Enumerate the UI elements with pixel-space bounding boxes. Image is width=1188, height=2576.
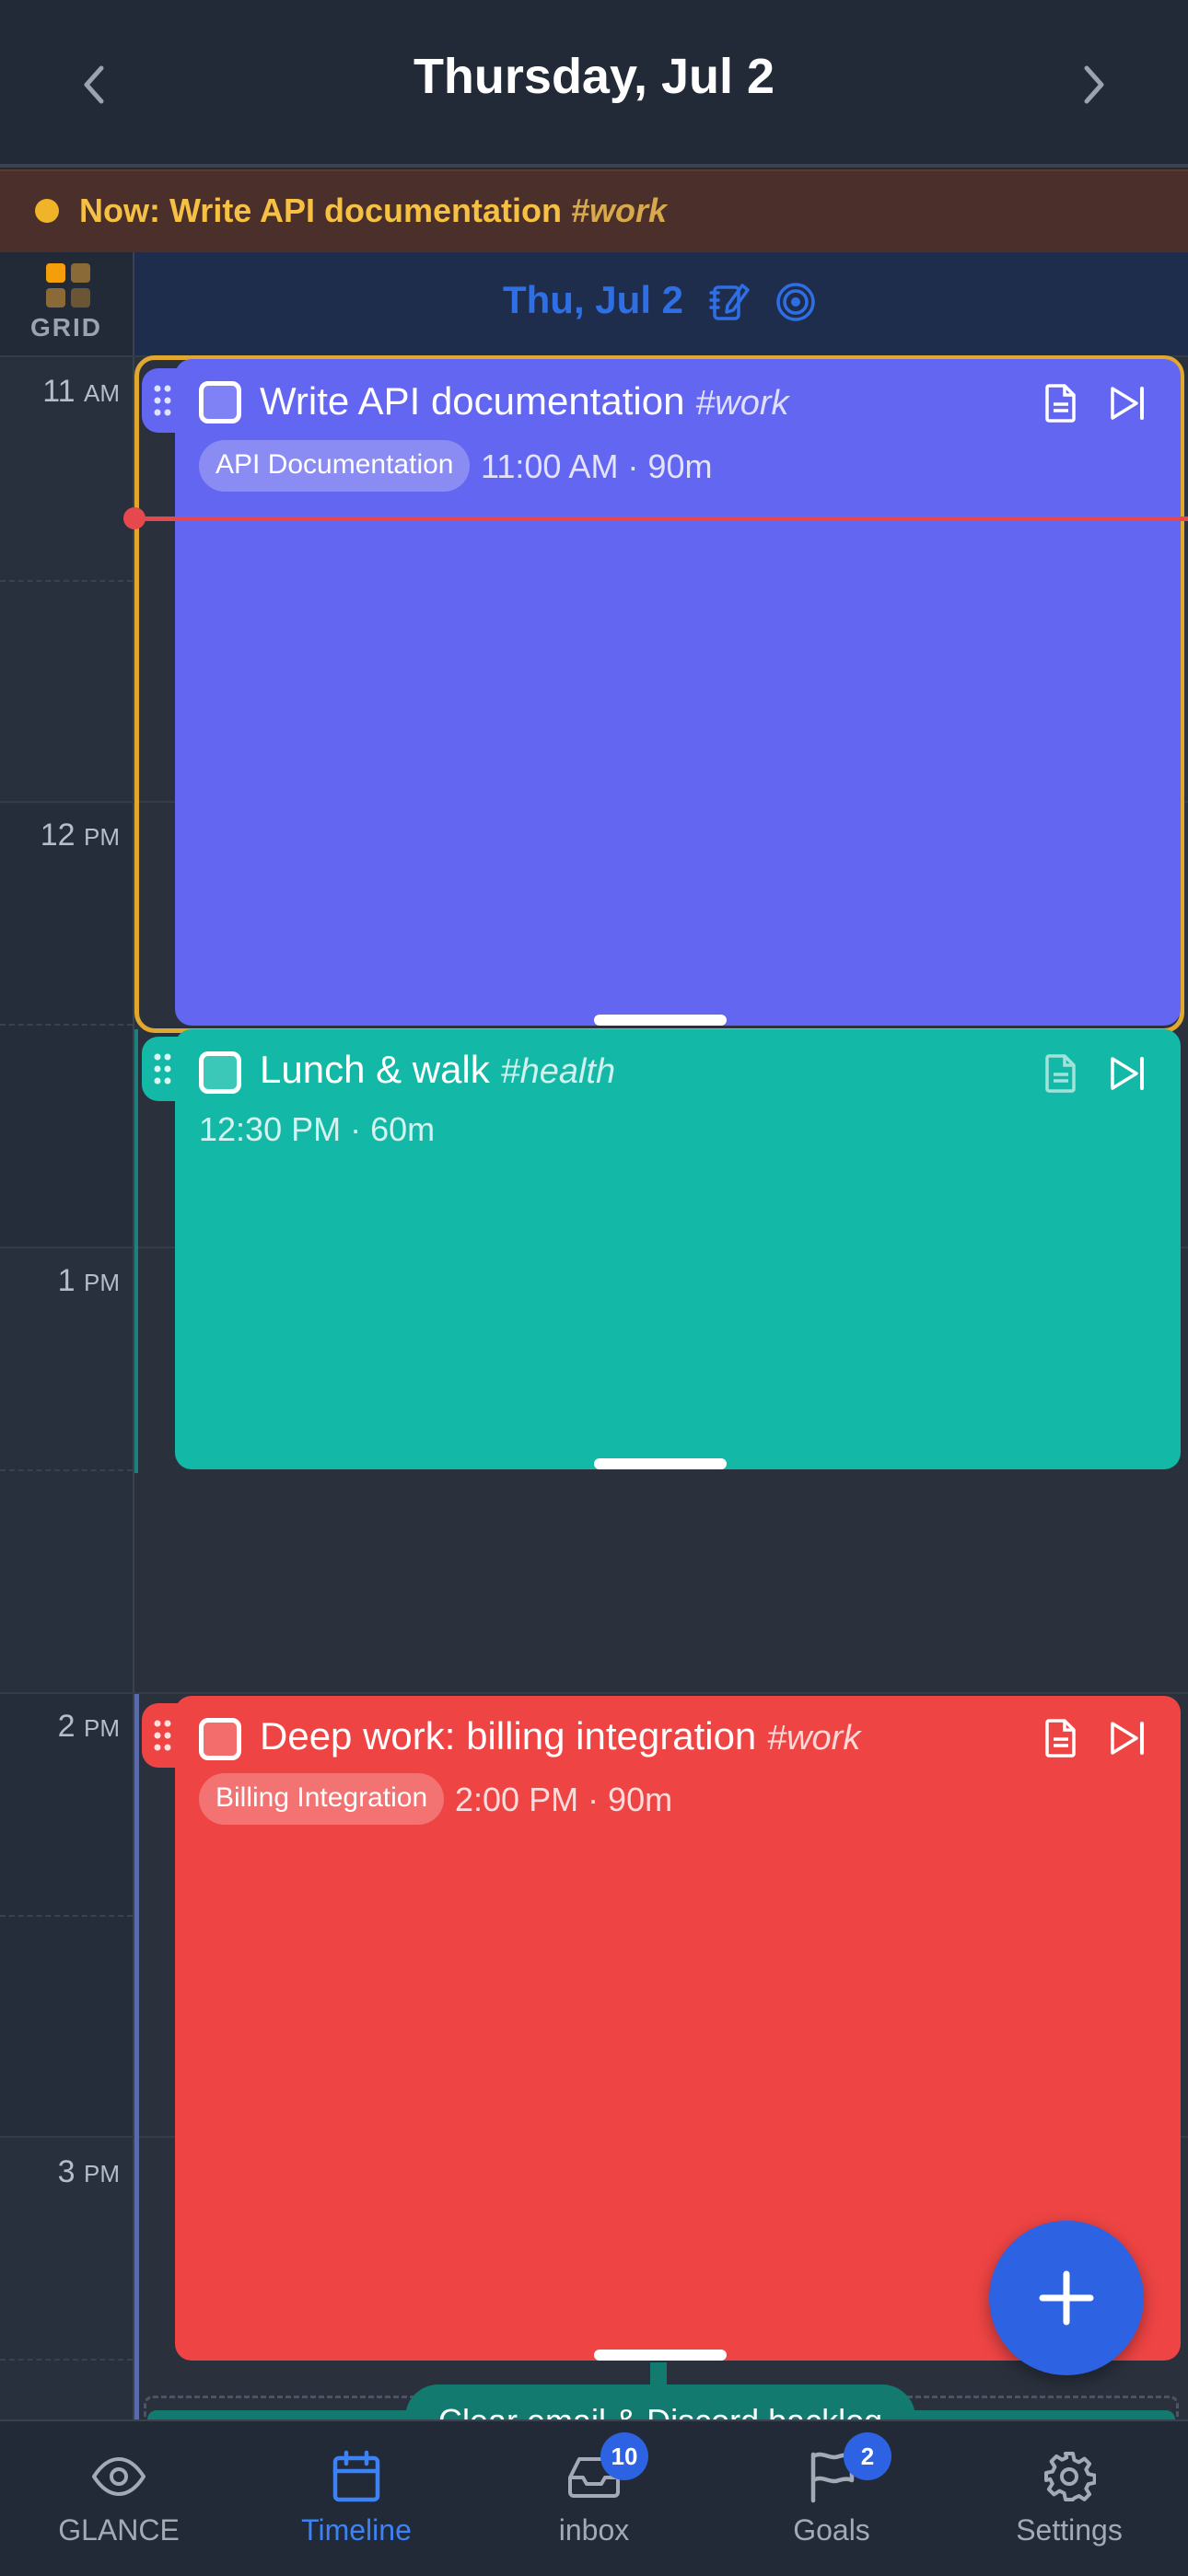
notes-button[interactable] (1035, 1048, 1087, 1099)
document-icon (1045, 384, 1076, 423)
inbox-count-badge: 10 (600, 2432, 648, 2480)
nav-glance[interactable]: GLANCE (0, 2421, 238, 2576)
hour-label: 2 PM (57, 1709, 120, 1744)
event-card[interactable]: Write API documentation #work API Docume… (142, 359, 1181, 1026)
event-title: Lunch & walk #health (260, 1048, 616, 1091)
hour-label: 11 AM (42, 374, 120, 409)
nav-inbox[interactable]: 10 inbox (475, 2421, 713, 2576)
project-pill[interactable]: API Documentation (199, 440, 471, 492)
now-task-label: Now: Write API documentation (79, 191, 563, 229)
gear-icon (1042, 2449, 1097, 2504)
hour-label: 3 PM (57, 2154, 120, 2189)
event-title: Write API documentation #work (260, 379, 789, 423)
nav-goals[interactable]: 2 Goals (713, 2421, 950, 2576)
focus-target-button[interactable] (772, 278, 820, 326)
grid-label: GRID (30, 313, 102, 342)
hour-label: 12 PM (40, 818, 120, 853)
bottom-navigation: GLANCE Timeline 10 inbox 2 Goals Setting… (0, 2419, 1188, 2576)
notes-button[interactable] (1035, 1712, 1087, 1764)
chevron-right-icon (1084, 65, 1104, 104)
event-checkbox[interactable] (199, 1051, 241, 1094)
skip-forward-icon (1111, 1722, 1144, 1755)
event-accent-line (134, 1029, 138, 1473)
document-icon (1045, 1719, 1076, 1758)
grip-dots-icon (154, 1053, 171, 1085)
notes-button[interactable] (1035, 377, 1087, 429)
half-hour-tick (0, 2359, 133, 2361)
event-checkbox[interactable] (199, 1718, 241, 1760)
now-task-tag: #work (571, 191, 668, 229)
nav-label: GLANCE (58, 2513, 180, 2547)
day-label: Thu, Jul 2 (503, 278, 684, 321)
half-hour-tick (0, 1024, 133, 1026)
current-time-line (134, 516, 1188, 521)
top-header: Thursday, Jul 2 (0, 0, 1188, 168)
nav-label: Settings (1016, 2513, 1123, 2547)
drag-handle[interactable] (142, 1703, 184, 1768)
grip-dots-icon (154, 1720, 171, 1751)
nav-label: inbox (558, 2513, 630, 2547)
journal-button[interactable] (705, 278, 753, 326)
add-event-button[interactable] (989, 2221, 1144, 2375)
plus-icon (1039, 2270, 1094, 2326)
resize-handle[interactable] (594, 1458, 727, 1469)
day-column-header: Thu, Jul 2 (134, 252, 1188, 357)
goals-count-badge: 2 (844, 2432, 891, 2480)
event-card[interactable]: Lunch & walk #health 12:30 PM · 60m (142, 1029, 1181, 1469)
skip-button[interactable] (1101, 377, 1153, 429)
event-time-duration: 11:00 AM · 90m (481, 447, 713, 485)
hour-divider (0, 1692, 1188, 1694)
nav-settings[interactable]: Settings (950, 2421, 1188, 2576)
skip-button[interactable] (1101, 1712, 1153, 1764)
drag-handle[interactable] (142, 368, 184, 433)
event-tag: #work (695, 384, 789, 423)
now-banner-text: Now: Write API documentation #work (79, 191, 667, 230)
event-tag: #health (500, 1052, 616, 1091)
nav-label: Timeline (301, 2513, 412, 2547)
current-time-dot (123, 507, 146, 529)
half-hour-tick (0, 1469, 133, 1471)
grid-icon (46, 263, 90, 307)
half-hour-tick (0, 580, 133, 582)
skip-forward-icon (1111, 1057, 1144, 1090)
skip-forward-icon (1111, 387, 1144, 420)
grip-dots-icon (154, 385, 171, 416)
resize-handle[interactable] (594, 1015, 727, 1026)
project-pill[interactable]: Billing Integration (199, 1773, 445, 1825)
skip-button[interactable] (1101, 1048, 1153, 1099)
next-day-button[interactable] (1057, 48, 1131, 122)
target-icon (776, 283, 815, 321)
document-icon (1045, 1054, 1076, 1093)
event-tag: #work (766, 1719, 861, 1758)
half-hour-tick (0, 1915, 133, 1917)
event-time-duration: 2:00 PM · 90m (455, 1781, 673, 1818)
event-checkbox[interactable] (199, 381, 241, 424)
nav-timeline[interactable]: Timeline (238, 2421, 475, 2576)
notebook-edit-icon (709, 284, 750, 320)
drag-handle[interactable] (142, 1037, 184, 1101)
event-time-duration: 12:30 PM · 60m (199, 1110, 436, 1148)
grid-toggle-button[interactable]: GRID (0, 252, 134, 357)
page-title: Thursday, Jul 2 (413, 49, 775, 104)
hour-gutter (0, 357, 134, 2419)
now-indicator-dot (35, 199, 59, 223)
event-accent-line (134, 1694, 139, 2421)
hour-label: 1 PM (57, 1263, 120, 1298)
now-banner[interactable]: Now: Write API documentation #work (0, 169, 1188, 255)
resize-handle[interactable] (594, 2350, 727, 2361)
nav-label: Goals (793, 2513, 870, 2547)
eye-icon (91, 2449, 146, 2504)
calendar-icon (329, 2449, 384, 2504)
event-title: Deep work: billing integration #work (260, 1714, 861, 1758)
